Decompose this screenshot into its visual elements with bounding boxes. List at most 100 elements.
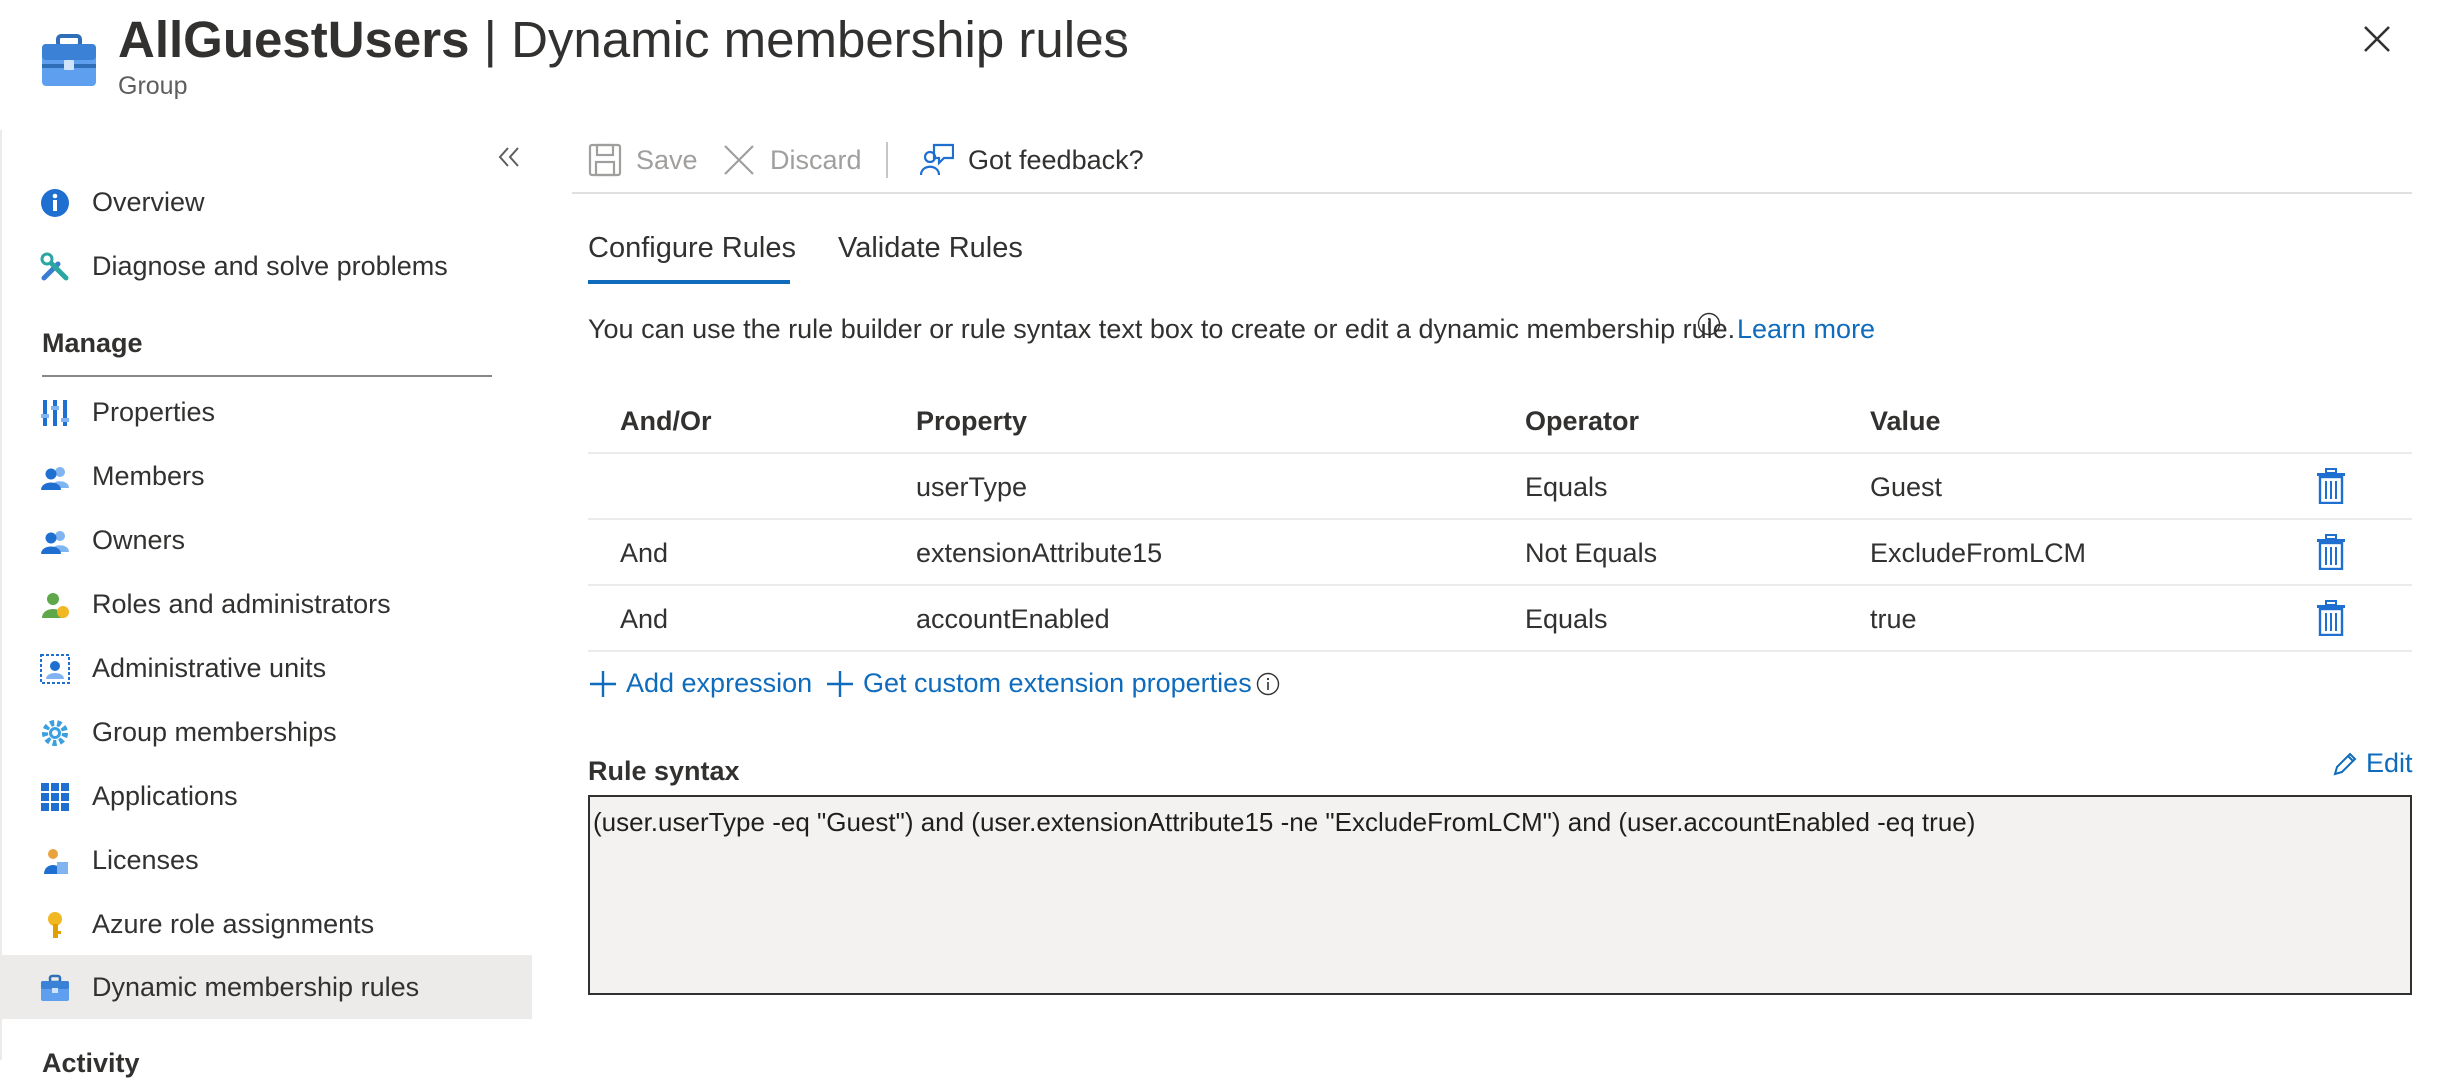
add-expression-label: Add expression xyxy=(626,668,813,698)
sidebar-item-label: Group memberships xyxy=(92,716,337,747)
trash-icon[interactable] xyxy=(2316,534,2346,570)
title-separator: | xyxy=(483,11,497,68)
info-description: You can use the rule builder or rule syn… xyxy=(588,314,1736,344)
section-header-manage: Manage xyxy=(42,328,143,358)
cell-property: extensionAttribute15 xyxy=(916,538,1163,568)
get-custom-extension-label: Get custom extension properties xyxy=(863,668,1252,698)
rule-builder-table: And/Or Property Operator Value userType … xyxy=(588,388,2412,652)
plus-icon xyxy=(590,670,616,697)
active-tab-indicator xyxy=(588,280,790,284)
admin-units-icon xyxy=(40,654,70,684)
sidebar-item-label: Licenses xyxy=(92,844,199,875)
toolbar-separator xyxy=(886,142,888,178)
column-header-operator: Operator xyxy=(1525,406,1640,436)
table-row[interactable]: And extensionAttribute15 Not Equals Excl… xyxy=(588,520,2412,586)
save-label: Save xyxy=(636,144,698,175)
table-row[interactable]: And accountEnabled Equals true xyxy=(588,586,2412,652)
group-briefcase-icon xyxy=(40,30,98,90)
sidebar-item-overview[interactable]: Overview xyxy=(0,170,532,234)
feedback-button[interactable]: Got feedback? xyxy=(920,130,1144,190)
cell-operator: Equals xyxy=(1525,604,1608,634)
sidebar-item-properties[interactable]: Properties xyxy=(0,380,532,444)
column-header-property: Property xyxy=(916,406,1028,436)
cell-property: accountEnabled xyxy=(916,604,1110,634)
feedback-icon xyxy=(920,143,954,176)
sidebar-item-applications[interactable]: Applications xyxy=(0,764,532,828)
tab-configure-rules[interactable]: Configure Rules xyxy=(588,232,796,265)
edit-rule-syntax-button[interactable]: Edit xyxy=(2332,748,2413,779)
cell-value: Guest xyxy=(1870,472,1943,502)
discard-button[interactable]: Discard xyxy=(722,130,862,190)
wrench-icon xyxy=(40,252,70,282)
section-header-activity: Activity xyxy=(42,1048,140,1078)
sidebar-item-group-memberships[interactable]: Group memberships xyxy=(0,700,532,764)
sidebar-item-label: Owners xyxy=(92,524,186,555)
table-row[interactable]: userType Equals Guest xyxy=(588,454,2412,520)
sidebar-item-label: Dynamic membership rules xyxy=(92,971,420,1002)
sidebar-item-label: Diagnose and solve problems xyxy=(92,250,448,281)
trash-icon[interactable] xyxy=(2316,600,2346,636)
column-header-value: Value xyxy=(1870,406,1941,436)
page-title: AllGuestUsers | Dynamic membership rules xyxy=(118,10,1129,70)
sidebar-item-azure-roles[interactable]: Azure role assignments xyxy=(0,892,532,956)
rule-syntax-textbox[interactable]: (user.userType -eq "Guest") and (user.ex… xyxy=(588,795,2412,995)
grid-icon xyxy=(40,782,70,812)
section-divider xyxy=(42,375,492,377)
cell-andor: And xyxy=(620,538,669,568)
info-circle-icon[interactable] xyxy=(1256,672,1280,696)
key-icon xyxy=(40,910,70,940)
get-custom-extension-button[interactable]: Get custom extension properties xyxy=(825,668,1280,699)
sidebar-item-label: Members xyxy=(92,460,205,491)
cell-andor: And xyxy=(620,604,669,634)
cell-property: userType xyxy=(916,472,1028,502)
tab-validate-rules[interactable]: Validate Rules xyxy=(838,232,1023,265)
feedback-label: Got feedback? xyxy=(968,144,1144,175)
cell-operator: Not Equals xyxy=(1525,538,1658,568)
plus-icon xyxy=(827,670,853,697)
sidebar-item-label: Properties xyxy=(92,396,216,427)
more-options-button[interactable]: ··· xyxy=(1095,20,1131,54)
close-icon[interactable] xyxy=(2362,24,2392,54)
collapse-sidebar-icon[interactable] xyxy=(496,144,522,170)
sidebar-item-licenses[interactable]: Licenses xyxy=(0,828,532,892)
sidebar-item-owners[interactable]: Owners xyxy=(0,508,532,572)
sidebar-item-admin-units[interactable]: Administrative units xyxy=(0,636,532,700)
save-icon xyxy=(588,143,622,177)
discard-icon xyxy=(724,145,754,175)
briefcase-icon xyxy=(40,973,70,1003)
cell-value: ExcludeFromLCM xyxy=(1870,538,2087,568)
learn-more-link[interactable]: Learn more xyxy=(1737,314,1875,345)
sidebar-item-members[interactable]: Members xyxy=(0,444,532,508)
group-name: AllGuestUsers xyxy=(118,11,470,68)
save-button[interactable]: Save xyxy=(588,130,698,190)
cell-value: true xyxy=(1870,604,1917,634)
sidebar-item-label: Applications xyxy=(92,780,238,811)
table-header-row: And/Or Property Operator Value xyxy=(588,388,2412,454)
roles-icon xyxy=(40,590,70,620)
info-icon xyxy=(40,188,70,218)
cell-operator: Equals xyxy=(1525,472,1608,502)
trash-icon[interactable] xyxy=(2316,468,2346,504)
sidebar-item-roles[interactable]: Roles and administrators xyxy=(0,572,532,636)
add-expression-button[interactable]: Add expression xyxy=(588,668,812,699)
rule-syntax-label: Rule syntax xyxy=(588,756,740,786)
blade-name: Dynamic membership rules xyxy=(511,11,1129,68)
command-bar: Save Discard Got feedback? xyxy=(572,130,2412,194)
owners-icon xyxy=(40,526,70,556)
pencil-icon xyxy=(2333,752,2357,775)
license-icon xyxy=(40,846,70,876)
edit-label: Edit xyxy=(2366,748,2413,778)
sidebar-item-label: Azure role assignments xyxy=(92,908,375,939)
sidebar-item-label: Roles and administrators xyxy=(92,588,391,619)
sidebar-item-diagnose[interactable]: Diagnose and solve problems xyxy=(0,234,532,298)
gear-icon xyxy=(40,718,70,748)
column-header-andor: And/Or xyxy=(620,406,712,436)
info-circle-icon[interactable] xyxy=(1697,312,1721,336)
sidebar-item-label: Administrative units xyxy=(92,652,327,683)
discard-label: Discard xyxy=(770,144,862,175)
info-text: You can use the rule builder or rule syn… xyxy=(588,314,1735,345)
page-subtitle: Group xyxy=(118,72,188,100)
sidebar-item-label: Overview xyxy=(92,186,205,217)
properties-icon xyxy=(40,398,70,428)
sidebar-item-dynamic-rules[interactable]: Dynamic membership rules xyxy=(0,955,532,1019)
